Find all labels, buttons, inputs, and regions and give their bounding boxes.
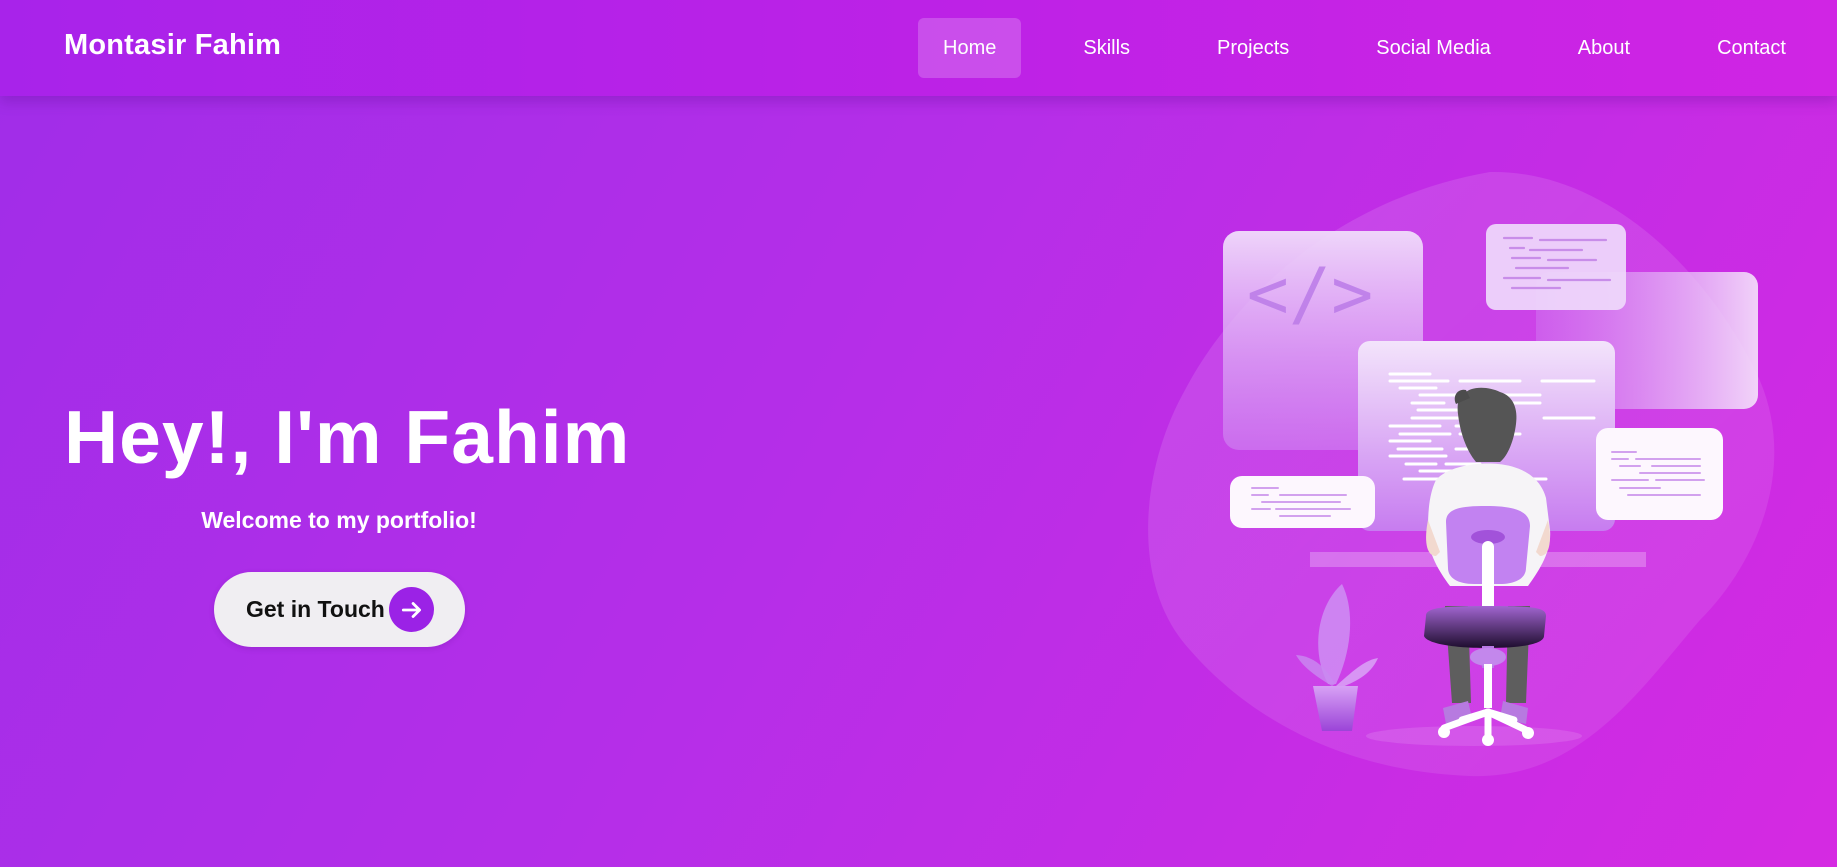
hero-title: Hey!, I'm Fahim bbox=[64, 395, 631, 479]
nav-item-contact[interactable]: Contact bbox=[1692, 18, 1811, 78]
nav-item-skills[interactable]: Skills bbox=[1058, 18, 1155, 78]
nav-item-projects[interactable]: Projects bbox=[1192, 18, 1314, 78]
code-icon: </> bbox=[1247, 253, 1373, 335]
hero-subtitle: Welcome to my portfolio! bbox=[201, 507, 477, 533]
get-in-touch-button[interactable]: Get in Touch bbox=[214, 572, 465, 647]
get-in-touch-label: Get in Touch bbox=[246, 596, 385, 622]
nav-menu: Home Skills Projects Social Media About … bbox=[881, 18, 1811, 78]
arrow-right-icon bbox=[389, 587, 434, 632]
nav-item-home[interactable]: Home bbox=[918, 18, 1022, 78]
nav-item-social-media[interactable]: Social Media bbox=[1351, 18, 1516, 78]
brand-logo[interactable]: Montasir Fahim bbox=[64, 29, 281, 62]
floor-shadow bbox=[1366, 726, 1582, 746]
developer-illustration: </> bbox=[1140, 160, 1790, 800]
nav-item-about[interactable]: About bbox=[1553, 18, 1655, 78]
navbar: Montasir Fahim Home Skills Projects Soci… bbox=[0, 0, 1837, 96]
